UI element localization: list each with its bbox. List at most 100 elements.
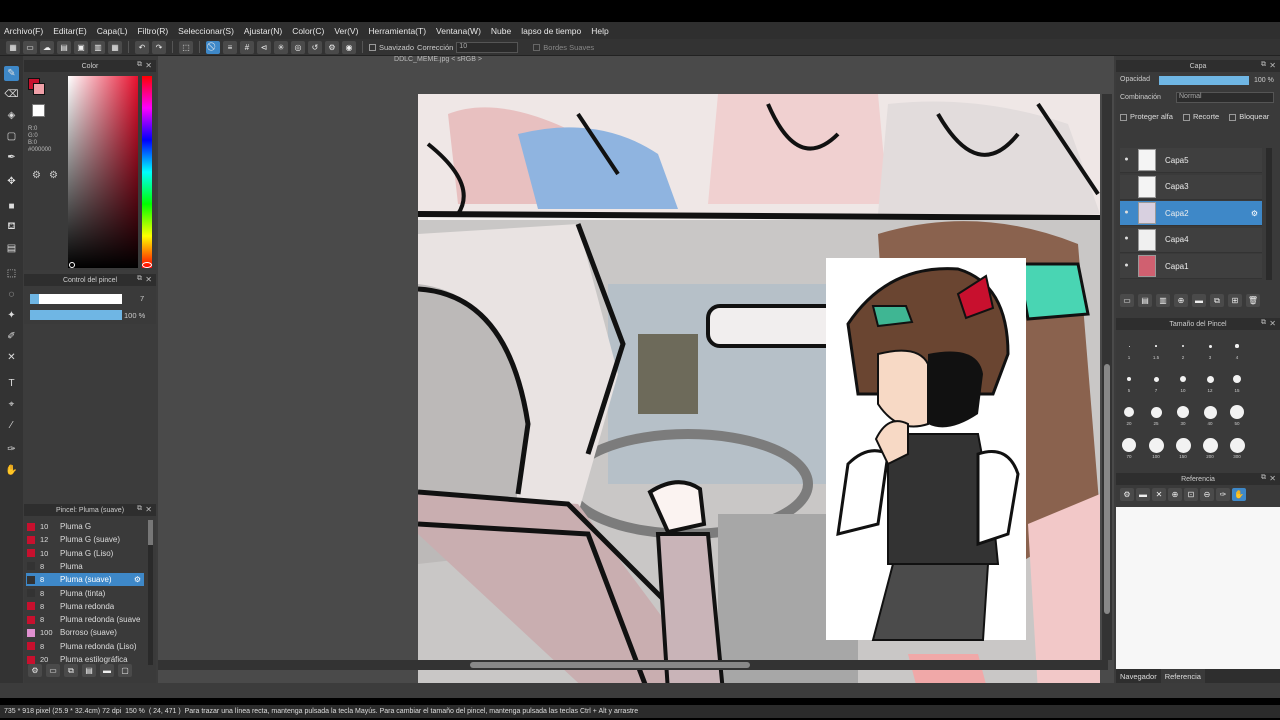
open-icon[interactable]: ▤ — [57, 40, 71, 54]
maximize-icon[interactable]: ⧉ — [1261, 474, 1266, 482]
saturation-value-picker[interactable] — [68, 76, 138, 268]
menu-ver[interactable]: Ver(V) — [334, 26, 358, 36]
brush-item[interactable]: 10 Pluma G — [26, 520, 144, 533]
reference-eyedropper-icon[interactable]: ✑ — [1216, 488, 1230, 501]
duplicate-layer-icon[interactable]: ⧉ — [1210, 294, 1224, 307]
close-icon[interactable]: ✕ — [1269, 319, 1276, 328]
eye-snap-icon[interactable]: ◉ — [342, 40, 356, 54]
brush-size-dot[interactable] — [1155, 345, 1157, 347]
tab-navegador[interactable]: Navegador — [1116, 669, 1161, 683]
soft-edges-checkbox[interactable]: Bordes Suaves — [533, 43, 594, 52]
select-pen-icon[interactable]: ✐ — [4, 329, 19, 344]
menu-seleccionar[interactable]: Seleccionar(S) — [178, 26, 234, 36]
layer-folder-icon[interactable]: ▬ — [1192, 294, 1206, 307]
layer-row[interactable]: ● Capa1 — [1120, 254, 1262, 279]
pointer-tool-icon[interactable]: ⌖ — [4, 397, 19, 412]
lasso-fill-icon[interactable]: ◈ — [4, 108, 19, 123]
brush-size-dot[interactable] — [1180, 376, 1186, 382]
maximize-icon[interactable]: ⧉ — [1261, 61, 1266, 69]
curve-snap-icon[interactable]: ↺ — [308, 40, 322, 54]
reference-view[interactable] — [1116, 507, 1280, 669]
bucket-tool-icon[interactable]: ⛾ — [4, 220, 19, 235]
close-icon[interactable]: ✕ — [1269, 61, 1276, 70]
layer-row[interactable]: ● Capa2 ⚙ — [1120, 201, 1262, 226]
select-eraser-icon[interactable]: ✕ — [4, 350, 19, 365]
brush-size-dot[interactable] — [1230, 405, 1244, 419]
visibility-icon[interactable]: ● — [1122, 235, 1131, 244]
new-document-icon[interactable]: ▭ — [23, 40, 37, 54]
move-tool-icon[interactable]: ✥ — [4, 174, 19, 189]
brush-size-dot[interactable] — [1182, 345, 1184, 347]
new-8bit-layer-icon[interactable]: ▥ — [1156, 294, 1170, 307]
brush-size-dot[interactable] — [1203, 405, 1217, 419]
vanishing-snap-icon[interactable]: ⊲ — [257, 40, 271, 54]
drawing-canvas[interactable] — [418, 94, 1100, 683]
close-icon[interactable]: ✕ — [1269, 474, 1276, 483]
export-icon[interactable]: ▥ — [91, 40, 105, 54]
document-tab[interactable]: DDLC_MEME.jpg < sRGB > — [158, 56, 718, 67]
protect-alpha-checkbox[interactable]: Proteger alfa — [1120, 112, 1173, 121]
lasso-tool-icon[interactable]: ◌ — [4, 287, 19, 302]
visibility-icon[interactable] — [1122, 182, 1131, 191]
eraser-tool-icon[interactable]: ⌫ — [4, 87, 19, 102]
brush-item[interactable]: 8 Pluma redonda (suave — [26, 613, 144, 626]
layer-row[interactable]: Capa3 — [1120, 174, 1262, 200]
brush-size-dot[interactable] — [1206, 375, 1214, 383]
radial-snap-icon[interactable]: ✳ — [274, 40, 288, 54]
maximize-icon[interactable]: ⧉ — [137, 275, 142, 283]
menu-filtro[interactable]: Filtro(R) — [137, 26, 168, 36]
brush-item[interactable]: 10 Pluma G (Liso) — [26, 547, 144, 560]
layer-row[interactable]: ● Capa4 — [1120, 227, 1262, 253]
brush-size-dot[interactable] — [1148, 437, 1164, 453]
maximize-icon[interactable]: ⧉ — [1261, 319, 1266, 327]
brush-size-dot[interactable] — [1122, 438, 1136, 452]
merge-layer-icon[interactable]: ⊞ — [1228, 294, 1242, 307]
brush-item[interactable]: 8 Pluma redonda (Liso) — [26, 640, 144, 653]
lock-checkbox[interactable]: Bloquear — [1229, 112, 1269, 121]
menu-archivo[interactable]: Archivo(F) — [4, 26, 43, 36]
parallel-snap-icon[interactable]: ≡ — [223, 40, 237, 54]
menu-ajustar[interactable]: Ajustar(N) — [244, 26, 282, 36]
brush-size-dot[interactable] — [1229, 437, 1245, 453]
clipping-checkbox[interactable]: Recorte — [1182, 112, 1219, 121]
visibility-icon[interactable]: ● — [1122, 262, 1131, 271]
add-layer-menu-icon[interactable]: ⊕ — [1174, 294, 1188, 307]
visibility-icon[interactable]: ● — [1122, 156, 1131, 165]
cloud-icon[interactable]: ☁ — [40, 40, 54, 54]
brush-size-dot[interactable] — [1235, 344, 1239, 348]
circle-snap-icon[interactable]: ◎ — [291, 40, 305, 54]
brush-size-dot[interactable] — [1153, 376, 1159, 382]
new-layer-icon[interactable]: ▭ — [1120, 294, 1134, 307]
maximize-icon[interactable]: ⧉ — [137, 505, 142, 513]
scroll-thumb[interactable] — [148, 520, 153, 545]
transparent-color-swatch[interactable] — [32, 104, 45, 117]
menu-herramienta[interactable]: Herramienta(T) — [368, 26, 426, 36]
palette-edit-icon[interactable]: ⚙ — [49, 170, 58, 181]
close-icon[interactable]: ✕ — [145, 505, 152, 514]
delete-brush-icon[interactable]: ▢ — [118, 664, 132, 677]
layer-settings-icon[interactable]: ⚙ — [1251, 209, 1258, 218]
save-icon[interactable]: ▣ — [74, 40, 88, 54]
close-icon[interactable]: ✕ — [145, 275, 152, 284]
correction-select[interactable]: 10 — [456, 41, 519, 53]
hue-cursor[interactable] — [142, 262, 152, 268]
grid-icon[interactable]: ▦ — [6, 40, 20, 54]
brush-item[interactable]: 8 Pluma (tinta) — [26, 587, 144, 600]
reference-close-icon[interactable]: ✕ — [1152, 488, 1166, 501]
brush-size-dot[interactable] — [1127, 377, 1131, 381]
menu-help[interactable]: Help — [591, 26, 608, 36]
brush-list-scrollbar[interactable] — [148, 520, 153, 665]
brush-size-slider[interactable] — [30, 294, 122, 304]
pen-tool-icon[interactable]: ✒ — [4, 150, 19, 165]
redo-icon[interactable]: ↷ — [152, 40, 166, 54]
brush-settings-icon[interactable]: ⚙ — [28, 664, 42, 677]
brush-page-icon[interactable]: ▤ — [82, 664, 96, 677]
eyedropper-icon[interactable]: ✑ — [4, 442, 19, 457]
horizontal-scrollbar[interactable] — [158, 660, 1108, 670]
menu-lapso[interactable]: lapso de tiempo — [521, 26, 581, 36]
text-tool-icon[interactable]: T — [4, 376, 19, 391]
menu-color[interactable]: Color(C) — [292, 26, 324, 36]
copy-brush-icon[interactable]: ⧉ — [64, 664, 78, 677]
zoom-in-icon[interactable]: ⊕ — [1168, 488, 1182, 501]
vertical-scrollbar[interactable] — [1102, 94, 1112, 660]
